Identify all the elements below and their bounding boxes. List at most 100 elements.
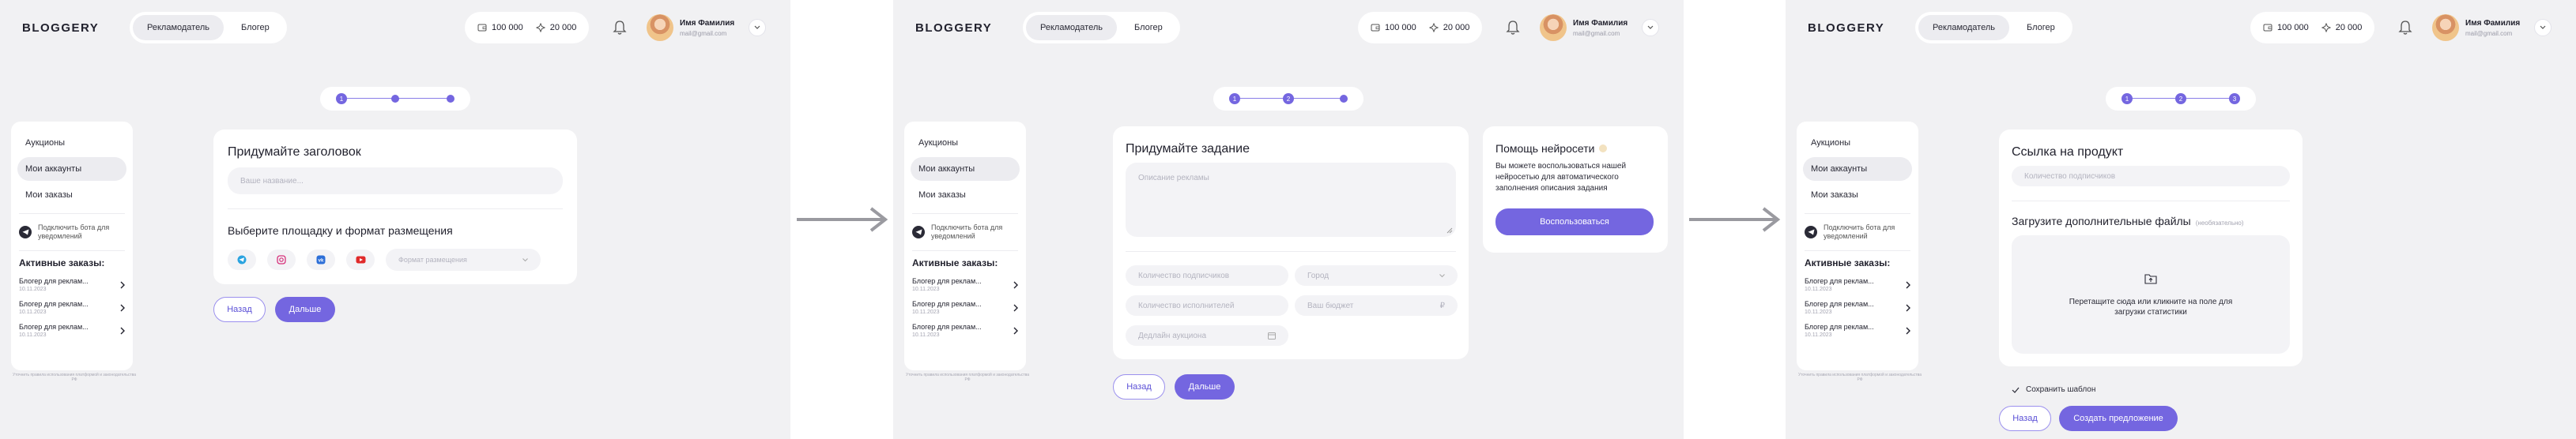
info-icon[interactable] xyxy=(1599,144,1608,152)
back-button[interactable]: Назад xyxy=(213,297,266,322)
order-name: Блогер для реклам... xyxy=(912,277,982,285)
ai-help-text: Вы можете воспользоваться нашей нейросет… xyxy=(1495,162,1627,193)
svg-text:vk: vk xyxy=(319,259,324,264)
product-card: Ссылка на продукт Количество подписчиков… xyxy=(1999,129,2303,366)
bell-icon[interactable] xyxy=(2397,19,2413,36)
order-name: Блогер для реклам... xyxy=(1805,300,1874,308)
sidebar-item-orders[interactable]: Мои заказы xyxy=(911,183,1020,207)
user-menu[interactable]: Имя Фамилия mail@gmail.com xyxy=(647,9,767,46)
role-advertiser-tab[interactable]: Рекламодатель xyxy=(1026,15,1117,40)
list-item[interactable]: Блогер для реклам... 10.11.2023 xyxy=(1803,321,1912,340)
product-link-input[interactable]: Количество подписчиков xyxy=(2012,166,2290,186)
role-advertiser-tab[interactable]: Рекламодатель xyxy=(1918,15,2009,40)
user-name: Имя Фамилия xyxy=(2465,18,2521,28)
logo[interactable]: BLOGGERY xyxy=(22,21,99,35)
instagram-icon xyxy=(277,255,286,265)
step-dot-3 xyxy=(447,95,454,103)
chevron-down-icon[interactable] xyxy=(749,19,767,36)
deadline-placeholder: Дедлайн аукциона xyxy=(1138,331,1207,340)
next-button[interactable]: Дальше xyxy=(275,297,335,322)
budget-input[interactable]: Ваш бюджет ₽ xyxy=(1295,295,1458,316)
chevron-right-icon xyxy=(120,281,125,288)
user-menu[interactable]: Имя Фамилия mail@gmail.com xyxy=(1540,9,1660,46)
next-button[interactable]: Дальше xyxy=(1175,374,1235,400)
telegram-bot-link[interactable]: Подключить бота для уведомлений xyxy=(1803,220,1912,244)
list-item[interactable]: Блогер для реклам... 10.11.2023 xyxy=(1803,298,1912,317)
file-dropzone[interactable]: Перетащите сюда или кликните на поле для… xyxy=(2012,235,2290,354)
active-orders-title: Активные заказы: xyxy=(1805,257,1891,268)
step-dot-2: 2 xyxy=(1283,93,1294,104)
telegram-icon xyxy=(912,226,925,238)
back-button[interactable]: Назад xyxy=(1999,406,2051,431)
folder-upload-icon xyxy=(2144,274,2157,284)
balance-block: 100 000 20 000 xyxy=(2250,12,2375,43)
sidebar-item-accounts[interactable]: Мои аккаунты xyxy=(911,157,1020,181)
list-item[interactable]: Блогер для реклам... 10.11.2023 xyxy=(1803,275,1912,295)
order-date: 10.11.2023 xyxy=(912,310,940,315)
platform-instagram-button[interactable] xyxy=(267,250,296,270)
performers-input[interactable]: Количество исполнителей xyxy=(1126,295,1288,316)
format-select[interactable]: Формат размещения xyxy=(386,249,541,271)
city-select[interactable]: Город xyxy=(1295,265,1458,286)
platform-telegram-button[interactable] xyxy=(228,250,256,270)
stepper: 1 2 xyxy=(1213,87,1363,111)
chevron-down-icon[interactable] xyxy=(1642,19,1660,36)
platform-title: Выберите площадку и формат размещения xyxy=(228,224,453,237)
chevron-down-icon xyxy=(522,257,528,261)
logo[interactable]: BLOGGERY xyxy=(1808,21,1884,35)
order-name: Блогер для реклам... xyxy=(19,300,89,308)
sidebar-item-auctions[interactable]: Аукционы xyxy=(1803,131,1912,155)
sidebar-item-orders[interactable]: Мои заказы xyxy=(1803,183,1912,207)
role-blogger-tab[interactable]: Блогер xyxy=(2012,15,2069,40)
calendar-icon xyxy=(1268,332,1276,340)
chevron-down-icon[interactable] xyxy=(2534,19,2552,36)
list-item[interactable]: Блогер для реклам... 10.11.2023 xyxy=(17,321,126,340)
sidebar-item-auctions[interactable]: Аукционы xyxy=(17,131,126,155)
sidebar-item-auctions[interactable]: Аукционы xyxy=(911,131,1020,155)
coin-icon xyxy=(2321,23,2331,32)
sidebar-item-accounts[interactable]: Мои аккаунты xyxy=(1803,157,1912,181)
use-ai-button[interactable]: Воспользоваться xyxy=(1495,208,1654,235)
subscribers-input[interactable]: Количество подписчиков xyxy=(1126,265,1288,286)
create-offer-button[interactable]: Создать предложение xyxy=(2059,406,2178,431)
bonus-value: 20 000 xyxy=(1443,23,1470,32)
order-date: 10.11.2023 xyxy=(1805,332,1832,338)
platform-vk-button[interactable]: vk xyxy=(307,250,335,270)
resize-handle-icon[interactable] xyxy=(1446,227,1453,234)
sidebar-item-accounts[interactable]: Мои аккаунты xyxy=(17,157,126,181)
role-switch: Рекламодатель Блогер xyxy=(130,12,287,43)
user-menu[interactable]: Имя Фамилия mail@gmail.com xyxy=(2432,9,2552,46)
list-item[interactable]: Блогер для реклам... 10.11.2023 xyxy=(17,298,126,317)
list-item[interactable]: Блогер для реклам... 10.11.2023 xyxy=(911,275,1020,295)
order-name: Блогер для реклам... xyxy=(912,300,982,308)
deadline-input[interactable]: Дедлайн аукциона xyxy=(1126,325,1288,346)
role-advertiser-tab[interactable]: Рекламодатель xyxy=(133,15,224,40)
bell-icon[interactable] xyxy=(1505,19,1521,36)
avatar xyxy=(647,14,673,41)
platform-youtube-button[interactable] xyxy=(346,250,375,270)
role-blogger-tab[interactable]: Блогер xyxy=(1120,15,1177,40)
step-dot-2 xyxy=(391,95,399,103)
user-name: Имя Фамилия xyxy=(680,18,735,28)
order-name: Блогер для реклам... xyxy=(1805,277,1874,285)
telegram-bot-link[interactable]: Подключить бота для уведомлений xyxy=(911,220,1020,244)
bell-icon[interactable] xyxy=(612,19,628,36)
order-date: 10.11.2023 xyxy=(912,332,940,338)
save-template-checkbox[interactable]: Сохранить шаблон xyxy=(2012,385,2095,394)
list-item[interactable]: Блогер для реклам... 10.11.2023 xyxy=(911,298,1020,317)
balance-block: 100 000 20 000 xyxy=(1358,12,1483,43)
logo[interactable]: BLOGGERY xyxy=(915,21,992,35)
role-blogger-tab[interactable]: Блогер xyxy=(227,15,284,40)
list-item[interactable]: Блогер для реклам... 10.11.2023 xyxy=(17,275,126,295)
telegram-bot-link[interactable]: Подключить бота для уведомлений xyxy=(17,220,126,244)
sidebar-item-orders[interactable]: Мои заказы xyxy=(17,183,126,207)
title-input[interactable]: Ваше название... xyxy=(228,167,563,194)
user-email: mail@gmail.com xyxy=(680,29,727,37)
order-date: 10.11.2023 xyxy=(19,287,47,292)
list-item[interactable]: Блогер для реклам... 10.11.2023 xyxy=(911,321,1020,340)
back-button[interactable]: Назад xyxy=(1113,374,1165,400)
description-textarea[interactable]: Описание рекламы xyxy=(1126,163,1456,237)
balance-value: 100 000 xyxy=(492,23,523,32)
user-email: mail@gmail.com xyxy=(1573,29,1620,37)
role-switch: Рекламодатель Блогер xyxy=(1023,12,1180,43)
